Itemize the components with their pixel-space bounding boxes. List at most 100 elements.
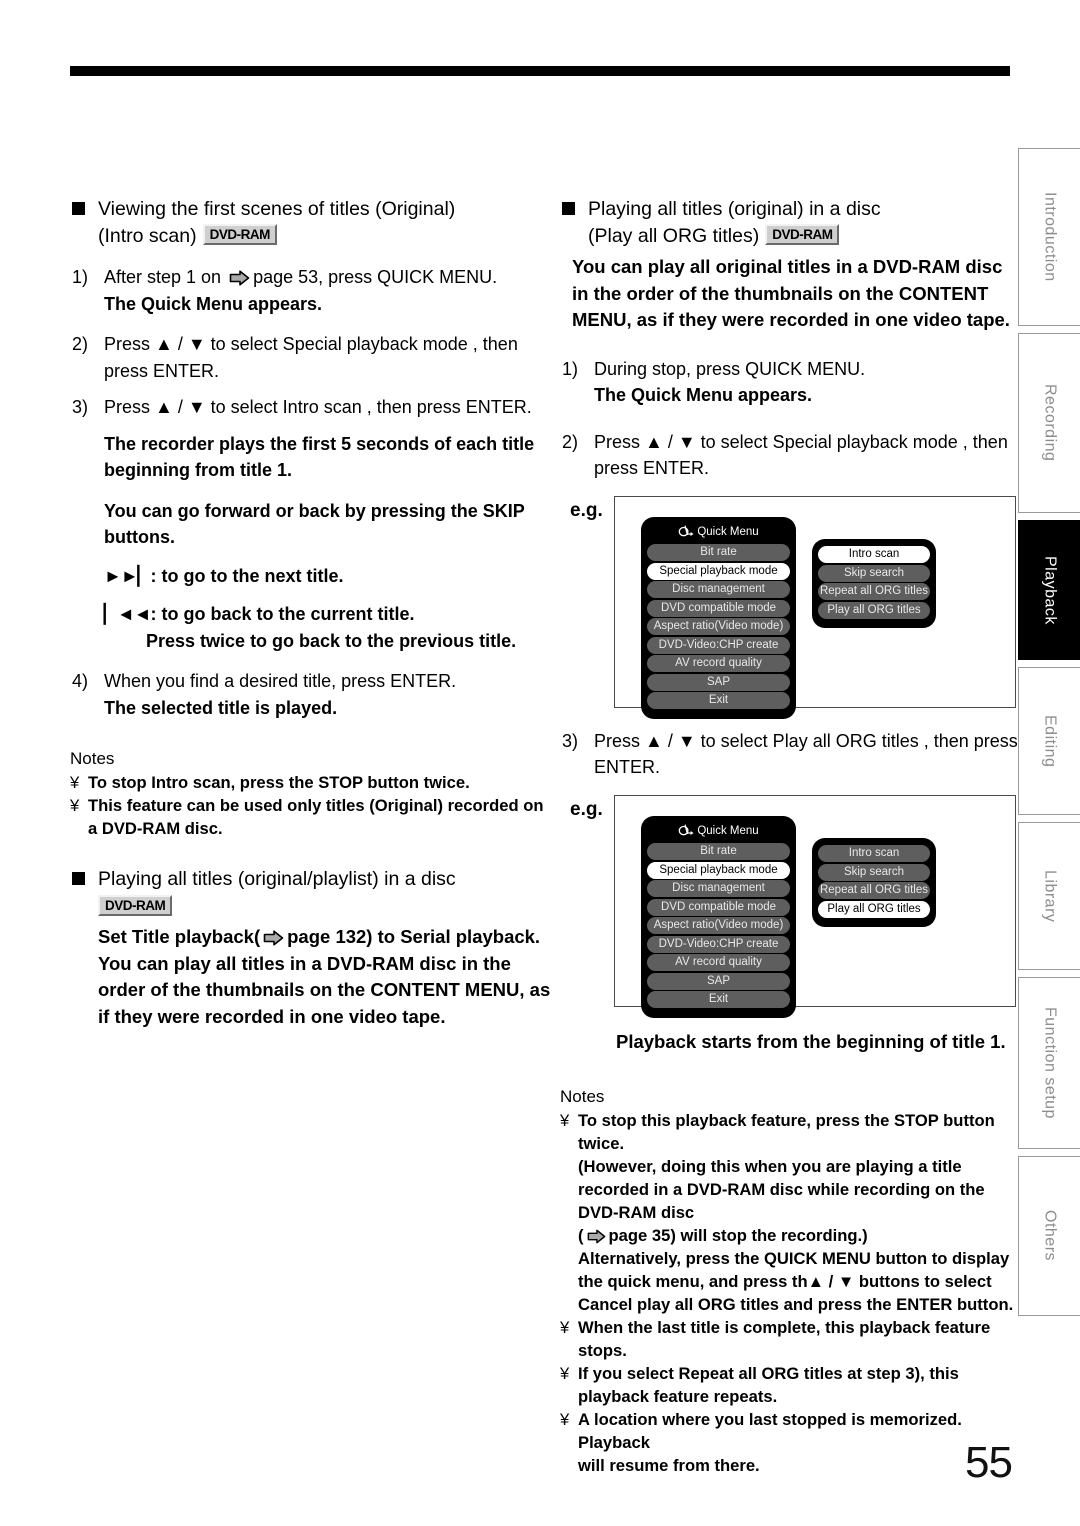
menu-item-disc-management[interactable]: Disc management (647, 880, 790, 897)
step-3: 3) Press ▲ / ▼ to select Intro scan , the… (70, 394, 558, 551)
tab-others[interactable]: Others (1018, 1156, 1080, 1316)
menu-item-av-record-quality[interactable]: AV record quality (647, 954, 790, 971)
menu-item-bit-rate[interactable]: Bit rate (647, 544, 790, 561)
header-rule (70, 66, 1010, 76)
note-item: ¥ To stop Intro scan, press the STOP butt… (70, 771, 558, 794)
chapter-tab-strip: Introduction Recording Playback Editing … (1018, 148, 1080, 1323)
submenu-item-intro-scan[interactable]: Intro scan (818, 546, 930, 563)
step-text: Press ▲ / ▼ to select Play all ORG title… (594, 730, 1018, 778)
tab-function-setup[interactable]: Function setup (1018, 977, 1080, 1149)
step-text: Press ▲ / ▼ to select Special playback m… (104, 334, 518, 381)
menu-item-exit[interactable]: Exit (647, 991, 790, 1008)
submenu-item-play-all-org-titles[interactable]: Play all ORG titles (818, 900, 930, 918)
section-heading-intro-scan: Viewing the first scenes of titles (Orig… (70, 196, 558, 250)
menu-item-exit[interactable]: Exit (647, 692, 790, 709)
dvd-ram-badge: DVD-RAM (202, 224, 277, 245)
step-text: During stop, press QUICK MENU. (594, 358, 866, 379)
skip-next-row: ►►▏: to go to the next title. (70, 563, 558, 590)
tab-label: Playback (1041, 555, 1059, 625)
quick-menu-screen-1: Quick Menu Bit rate Special playback mod… (614, 495, 1016, 719)
heading-line-1: Playing all titles (original/playlist) i… (98, 868, 456, 890)
yen-bullet-icon: ¥ (70, 796, 80, 815)
menu-item-disc-management[interactable]: Disc management (647, 581, 790, 598)
skip-back-row: ▏◄◄: to go back to the current title. Pr… (70, 601, 558, 654)
note-item: ¥ To stop this playback feature, press th… (560, 1109, 1022, 1316)
tab-introduction[interactable]: Introduction (1018, 148, 1080, 326)
eg-label: e.g. (570, 499, 603, 521)
menu-item-dvd-compatible-mode[interactable]: DVD compatible mode (647, 898, 790, 916)
submenu-item-repeat-all-org-titles[interactable]: Repeat all ORG titles (818, 583, 930, 600)
eg-label: e.g. (570, 798, 603, 820)
note-text: To stop this playback feature, press the… (578, 1111, 995, 1153)
quick-menu-title-row: Quick Menu (647, 821, 790, 842)
menu-item-special-playback-mode[interactable]: Special playback mode (647, 562, 790, 580)
step-text: When you find a desired title, press ENT… (104, 671, 457, 691)
tab-recording[interactable]: Recording (1018, 333, 1080, 513)
step-4: 4) When you find a desired title, press E… (70, 668, 558, 721)
step-text: Press ▲ / ▼ to select Intro scan , then … (104, 397, 532, 417)
tab-library[interactable]: Library (1018, 822, 1080, 970)
note-item: ¥ This feature can be used only titles (O… (70, 794, 558, 840)
note-text: A location where you last stopped is mem… (578, 1410, 962, 1452)
submenu-item-play-all-org-titles[interactable]: Play all ORG titles (818, 601, 930, 619)
step-1: 1) After step 1 on page 53, press QUICK M… (70, 264, 558, 317)
skip-next-text: : to go to the next title. (150, 565, 344, 586)
step-number: 3) (562, 730, 579, 751)
note-text: When the last title is complete, this pl… (578, 1318, 991, 1360)
tab-playback[interactable]: Playback (1018, 520, 1080, 660)
heading-line-2: (Intro scan) (98, 225, 197, 247)
page-number: 55 (965, 1438, 1013, 1487)
menu-item-sap[interactable]: SAP (647, 673, 790, 691)
dvd-ram-badge: DVD-RAM (765, 224, 840, 245)
submenu-item-skip-search[interactable]: Skip search (818, 863, 930, 881)
tab-editing[interactable]: Editing (1018, 667, 1080, 815)
quick-menu-logo-icon (678, 525, 694, 536)
yen-bullet-icon: ¥ (560, 1318, 570, 1337)
heading-line-1: Viewing the first scenes of titles (Orig… (98, 198, 456, 220)
note-item: ¥ A location where you last stopped is me… (560, 1408, 1022, 1477)
menu-item-bit-rate[interactable]: Bit rate (647, 843, 790, 860)
menu-item-av-record-quality[interactable]: AV record quality (647, 655, 790, 672)
yen-bullet-icon: ¥ (70, 773, 80, 792)
step-1-result: The Quick Menu appears. (594, 385, 813, 405)
page-reference-arrow-icon (587, 1227, 606, 1244)
step-4-result: The selected title is played. (104, 697, 338, 718)
quick-menu-title: Quick Menu (697, 525, 759, 538)
menu-item-special-playback-mode[interactable]: Special playback mode (647, 861, 790, 879)
step-text-after-arrow: page 53, press QUICK MENU. (253, 267, 498, 287)
tab-label: Library (1041, 869, 1059, 923)
note-subtext-1: (However, doing this when you are playin… (578, 1157, 985, 1222)
step-text: Press ▲ / ▼ to select Special playback m… (594, 431, 1008, 479)
section-heading-play-all-org: Playing all titles (original) in a disc … (560, 196, 1022, 250)
step-number: 2) (562, 431, 579, 452)
yen-bullet-icon: ¥ (560, 1364, 570, 1383)
submenu-item-intro-scan[interactable]: Intro scan (818, 845, 930, 862)
menu-item-dvd-video-chp-create[interactable]: DVD-Video:CHP create (647, 636, 790, 654)
section2-badge-row: DVD-RAM (70, 895, 558, 918)
menu-item-dvd-compatible-mode[interactable]: DVD compatible mode (647, 599, 790, 617)
menu-item-dvd-video-chp-create[interactable]: DVD-Video:CHP create (647, 935, 790, 953)
skip-back-subtext: Press twice to go back to the previous t… (146, 630, 517, 651)
yen-bullet-icon: ¥ (560, 1111, 570, 1130)
example-figure-1: e.g. Quick Menu Bit rate Special playbac… (560, 495, 1022, 719)
skip-back-text: : to go back to the current title. (150, 604, 415, 624)
quick-menu-panel: Quick Menu Bit rate Special playback mod… (641, 815, 796, 1018)
step-2: 2) Press ▲ / ▼ to select Special playback… (70, 331, 558, 384)
note-item: ¥ When the last title is complete, this p… (560, 1316, 1022, 1362)
step-number: 4) (72, 671, 89, 691)
menu-item-aspect-ratio[interactable]: Aspect ratio(Video mode) (647, 618, 790, 635)
playback-result-text: Playback starts from the beginning of ti… (616, 1030, 1006, 1052)
submenu-item-skip-search[interactable]: Skip search (818, 564, 930, 582)
menu-item-sap[interactable]: SAP (647, 972, 790, 990)
quick-menu-panel: Quick Menu Bit rate Special playback mod… (641, 516, 796, 719)
submenu-item-repeat-all-org-titles[interactable]: Repeat all ORG titles (818, 882, 930, 899)
step-3-result-1: The recorder plays the first 5 seconds o… (104, 433, 535, 481)
step-1-result: The Quick Menu appears. (104, 293, 323, 314)
quick-menu-title-row: Quick Menu (647, 522, 790, 543)
note-subtext: playback feature repeats. (578, 1387, 778, 1406)
right-column: Playing all titles (original) in a disc … (560, 196, 1022, 1477)
menu-item-aspect-ratio[interactable]: Aspect ratio(Video mode) (647, 917, 790, 934)
tab-label: Recording (1041, 384, 1059, 462)
skip-forward-icon: ►►▏ (104, 565, 151, 586)
square-bullet-icon (72, 872, 85, 885)
